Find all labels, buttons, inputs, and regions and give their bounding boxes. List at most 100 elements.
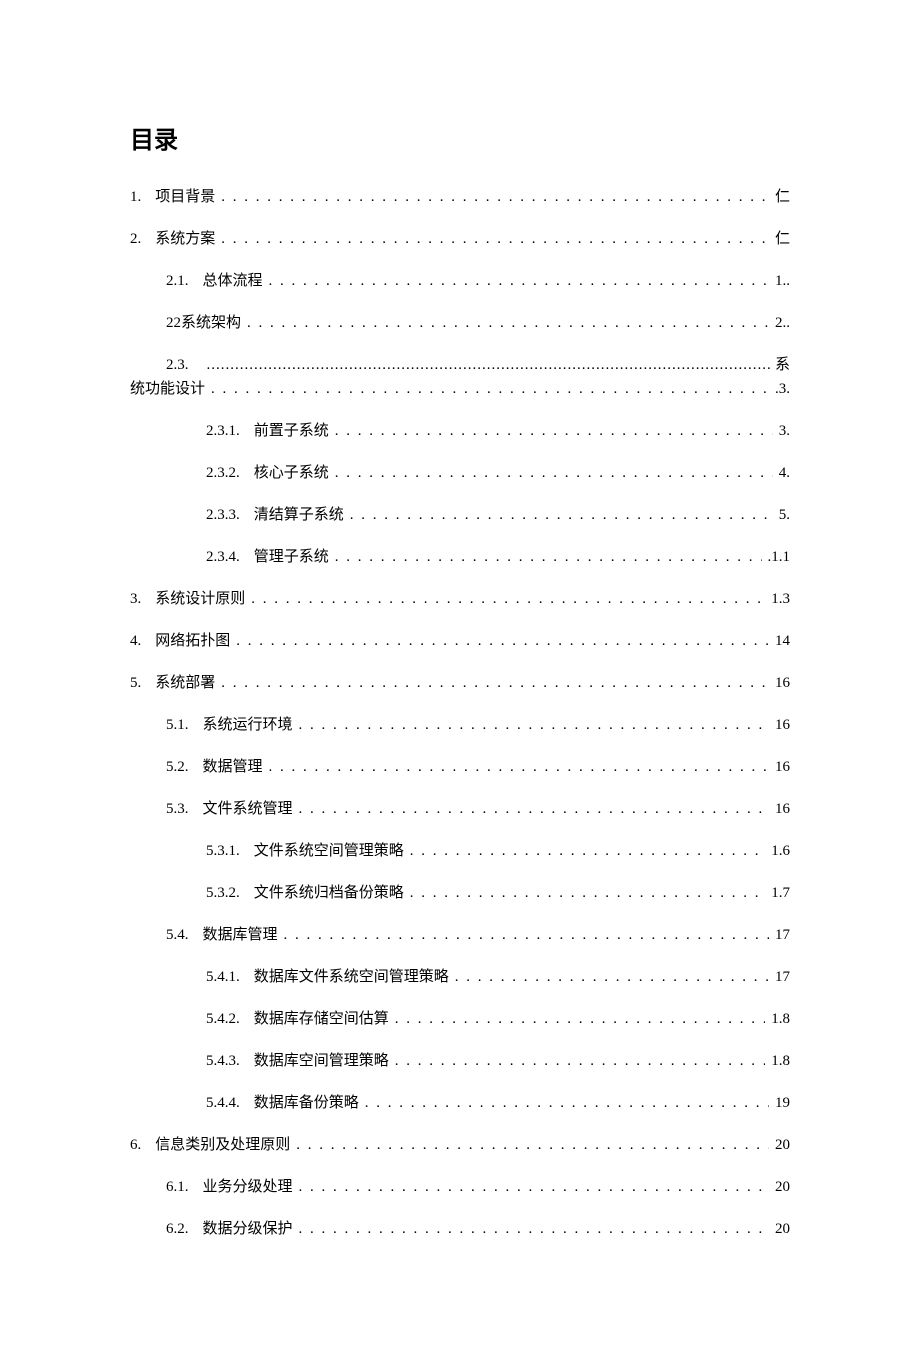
toc-page-number: 20: [775, 1175, 790, 1199]
toc-number: 2.1.: [166, 269, 189, 293]
toc-page-number: 17: [775, 965, 790, 989]
toc-entry[interactable]: 1. 项目背景 仁: [130, 185, 790, 209]
toc-page-number: 20: [775, 1217, 790, 1241]
toc-entry[interactable]: 5.3.2.文件系统归档备份策略1.7: [130, 881, 790, 905]
toc-entry[interactable]: 2.3.1. 前置子系统 3.: [130, 419, 790, 443]
toc-number: 1.: [130, 185, 141, 209]
toc-page-number: 20: [775, 1133, 790, 1157]
toc-page-number: .1.1: [768, 545, 791, 569]
toc-text: 管理子系统: [254, 545, 329, 569]
toc-leader-dots: [335, 419, 773, 443]
toc-leader-dots: [269, 755, 769, 779]
toc-entry[interactable]: 2.3.系统功能设计.3.: [130, 353, 790, 401]
toc-leader-dots: [299, 797, 769, 821]
toc-page-number: 16: [775, 713, 790, 737]
toc-number: 5.3.: [166, 797, 189, 821]
toc-number: 6.2.: [166, 1217, 189, 1241]
toc-text: 系统部署: [155, 671, 215, 695]
toc-leader-dots: [221, 185, 769, 209]
toc-text: 核心子系统: [254, 461, 329, 485]
toc-leader-dots: [410, 839, 765, 863]
toc-text: 清结算子系统: [254, 503, 344, 527]
toc-entry[interactable]: 5.4.2.数据库存储空间估算1.8: [130, 1007, 790, 1031]
toc-list: 1.项目背景仁2.系统方案仁2.1.总体流程1..22系统架构2..2.3.系统…: [130, 185, 790, 1241]
toc-number: 2.3.: [166, 353, 189, 377]
toc-leader-dots: [299, 1217, 769, 1241]
toc-number: 5.: [130, 671, 141, 695]
toc-entry[interactable]: 6.1. 业务分级处理 20: [130, 1175, 790, 1199]
toc-leader-dots: [207, 353, 771, 377]
toc-entry[interactable]: 4. 网络拓扑图 14: [130, 629, 790, 653]
toc-text: 数据库存储空间估算: [254, 1007, 389, 1031]
toc-text: 系统运行环境: [203, 713, 293, 737]
toc-number: 2.: [130, 227, 141, 251]
toc-entry[interactable]: 2.3.3. 清结算子系统 5.: [130, 503, 790, 527]
toc-text: 统功能设计: [130, 377, 205, 401]
toc-page-number: 4.: [779, 461, 790, 485]
toc-entry[interactable]: 2.3.2. 核心子系统 4.: [130, 461, 790, 485]
toc-leader-dots: [299, 1175, 769, 1199]
toc-entry[interactable]: 5.3. 文件系统管理 16: [130, 797, 790, 821]
toc-page-number: 16: [775, 797, 790, 821]
toc-number: 2.3.1.: [206, 419, 240, 443]
toc-text: 文件系统管理: [203, 797, 293, 821]
toc-number: 2.3.3.: [206, 503, 240, 527]
toc-page-number: 1.8: [771, 1007, 790, 1031]
toc-number: 4.: [130, 629, 141, 653]
toc-entry[interactable]: 5.2. 数据管理 16: [130, 755, 790, 779]
toc-entry[interactable]: 5. 系统部署 16: [130, 671, 790, 695]
toc-text: 文件系统归档备份策略: [254, 881, 404, 905]
toc-number: 6.: [130, 1133, 141, 1157]
toc-entry[interactable]: 2.3.4.管理子系统.1.1: [130, 545, 790, 569]
toc-number: 5.2.: [166, 755, 189, 779]
toc-leader-dots: [365, 1091, 769, 1115]
toc-text: 前置子系统: [254, 419, 329, 443]
toc-page-number: 14: [775, 629, 790, 653]
toc-entry[interactable]: 6.2.数据分级保护20: [130, 1217, 790, 1241]
toc-entry[interactable]: 5.4.3.数据库空间管理策略1.8: [130, 1049, 790, 1073]
toc-leader-dots: [211, 377, 769, 401]
toc-number: 5.4.1.: [206, 965, 240, 989]
toc-page-number: 1.3: [771, 587, 790, 611]
toc-entry[interactable]: 3.系统设计原则1.3: [130, 587, 790, 611]
toc-entry[interactable]: 5.1. 系统运行环境 16: [130, 713, 790, 737]
toc-number: 3.: [130, 587, 141, 611]
toc-entry[interactable]: 5.4.1. 数据库文件系统空间管理策略 17: [130, 965, 790, 989]
toc-leader-dots: [247, 311, 769, 335]
toc-page-number: 3.: [779, 419, 790, 443]
toc-page-number: 16: [775, 755, 790, 779]
toc-entry[interactable]: 5.3.1.文件系统空间管理策略1.6: [130, 839, 790, 863]
toc-page-number: 仁: [775, 227, 790, 251]
toc-entry[interactable]: 5.4.4.数据库备份策略19: [130, 1091, 790, 1115]
toc-leader-dots: [395, 1049, 765, 1073]
toc-text: 信息类别及处理原则: [155, 1133, 290, 1157]
toc-title: 目录: [130, 120, 790, 155]
toc-leader-dots: [236, 629, 769, 653]
toc-text: 文件系统空间管理策略: [254, 839, 404, 863]
toc-text: 数据库文件系统空间管理策略: [254, 965, 449, 989]
toc-leader-dots: [455, 965, 769, 989]
toc-text: 数据库空间管理策略: [254, 1049, 389, 1073]
toc-leader-dots: [251, 587, 765, 611]
toc-page-number: 19: [775, 1091, 790, 1115]
toc-page-number: 5.: [779, 503, 790, 527]
toc-leader-dots: [350, 503, 773, 527]
toc-text: 网络拓扑图: [155, 629, 230, 653]
toc-entry[interactable]: 5.4.数据库管理17: [130, 923, 790, 947]
toc-number: 6.1.: [166, 1175, 189, 1199]
toc-text: 数据管理: [203, 755, 263, 779]
toc-page-number: .3.: [775, 377, 790, 401]
toc-leader-dots: [335, 545, 762, 569]
toc-number: 2.3.2.: [206, 461, 240, 485]
toc-text: 数据库备份策略: [254, 1091, 359, 1115]
toc-text: 业务分级处理: [203, 1175, 293, 1199]
toc-text: 项目背景: [155, 185, 215, 209]
toc-entry[interactable]: 2.1.总体流程1..: [130, 269, 790, 293]
toc-page-number: 仁: [775, 185, 790, 209]
toc-entry[interactable]: 22系统架构2..: [130, 311, 790, 335]
toc-leader-dots: [410, 881, 765, 905]
toc-page-number: 16: [775, 671, 790, 695]
toc-entry[interactable]: 2.系统方案仁: [130, 227, 790, 251]
toc-number: 5.1.: [166, 713, 189, 737]
toc-entry[interactable]: 6. 信息类别及处理原则 20: [130, 1133, 790, 1157]
